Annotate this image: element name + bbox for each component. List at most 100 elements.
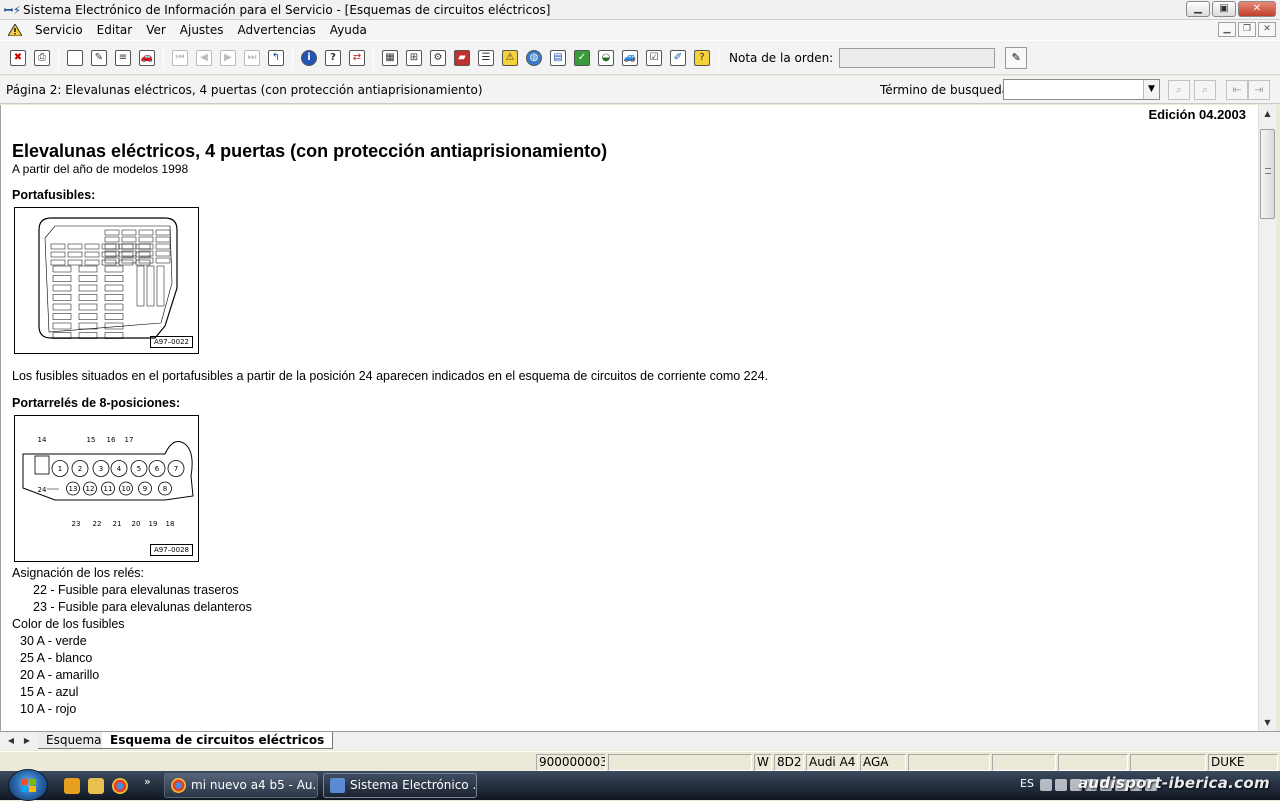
scroll-down-icon[interactable]: ▼: [1259, 714, 1276, 731]
info-icon[interactable]: i: [298, 47, 320, 69]
status-model-code: 8D2: [774, 754, 804, 771]
order-note-edit-icon[interactable]: ✎: [1005, 46, 1028, 69]
question-doc-icon[interactable]: ?: [691, 47, 713, 69]
fuse-color-item: 20 A - amarillo: [20, 668, 100, 682]
vertical-scrollbar[interactable]: ▲ ▼: [1258, 105, 1276, 731]
menu-ajustes[interactable]: Ajustes: [173, 23, 231, 37]
relay-assignment-item: 22 - Fusible para elevalunas traseros: [33, 583, 239, 597]
vehicle-info-icon[interactable]: 🚙: [619, 47, 641, 69]
relay-label: 10: [122, 485, 131, 493]
checklist-icon[interactable]: ☑: [643, 47, 665, 69]
search-forward-icon[interactable]: ⇥: [1248, 80, 1270, 100]
relay-label: 7: [174, 465, 178, 473]
edit-document-icon[interactable]: ✎: [88, 47, 110, 69]
document-viewer[interactable]: Edición 04.2003 Elevalunas eléctricos, 4…: [0, 105, 1258, 731]
fuse-figure-tag: A97–0022: [149, 336, 193, 348]
search-icon[interactable]: ⌕: [1168, 80, 1190, 100]
toolbar-separator: [718, 45, 719, 70]
doc-minimize-button[interactable]: ▁: [1218, 22, 1236, 37]
chrome-icon[interactable]: [112, 778, 128, 794]
exit-icon[interactable]: ✖: [7, 47, 29, 69]
search-next-icon[interactable]: ⌕: [1194, 80, 1216, 100]
search-previous-icon[interactable]: ⇤: [1226, 80, 1248, 100]
tray-app-icon[interactable]: [1040, 779, 1052, 791]
title-bar: ꟷ⚡ Sistema Electrónico de Información pa…: [0, 0, 1280, 20]
media-player-icon[interactable]: [64, 778, 80, 794]
diagnostic-icon[interactable]: ✓: [571, 47, 593, 69]
relay-label: 12: [86, 485, 95, 493]
tab-scroll-right-icon[interactable]: ▶: [20, 734, 34, 748]
car-body-icon[interactable]: ◒: [595, 47, 617, 69]
window-title: Sistema Electrónico de Información para …: [23, 2, 551, 17]
scroll-thumb[interactable]: [1260, 129, 1275, 219]
menu-ver[interactable]: Ver: [139, 23, 173, 37]
next-page-icon[interactable]: ▶: [217, 47, 239, 69]
tray-app-icon[interactable]: [1055, 779, 1067, 791]
fuse-color-item: 15 A - azul: [20, 685, 79, 699]
fuse-description: Los fusibles situados en el portafusible…: [12, 369, 769, 383]
taskbar: » mi nuevo a4 b5 - Au... Sistema Electró…: [0, 769, 1280, 801]
scroll-up-icon[interactable]: ▲: [1259, 105, 1276, 122]
tab-scroll-left-icon[interactable]: ◀: [4, 734, 18, 748]
fuse-color-item: 30 A - verde: [20, 634, 87, 648]
menu-servicio[interactable]: Servicio: [28, 23, 90, 37]
status-engine: AGA: [860, 754, 906, 771]
doc-close-button[interactable]: ✕: [1258, 22, 1276, 37]
component-location-icon[interactable]: ▦: [379, 47, 401, 69]
relay-label: 1: [58, 465, 62, 473]
language-indicator[interactable]: ES: [1020, 777, 1034, 790]
taskbar-item-label: Sistema Electrónico ...: [350, 778, 477, 792]
order-note-field[interactable]: [839, 47, 996, 68]
relay-label: 21: [113, 520, 122, 528]
menu-editar[interactable]: Editar: [90, 23, 140, 37]
status-empty: [1130, 754, 1206, 771]
new-document-icon[interactable]: [64, 47, 86, 69]
warning-toolbar-icon[interactable]: ⚠: [499, 47, 521, 69]
relay-assignment-heading: Asignación de los relés:: [12, 566, 145, 580]
document-list-icon[interactable]: ≡: [112, 47, 134, 69]
tab-esquema[interactable]: Esquema: [38, 732, 111, 749]
more-quicklaunch-icon[interactable]: »: [144, 775, 151, 788]
status-order-number: 9000000034: [536, 754, 606, 771]
chevron-down-icon[interactable]: ▼: [1143, 80, 1159, 99]
swap-icon[interactable]: ⇄: [346, 47, 368, 69]
minimize-button[interactable]: ▁: [1186, 1, 1210, 17]
menu-bar: Servicio Editar Ver Ajustes Advertencias…: [0, 20, 1280, 40]
status-empty: [608, 754, 752, 771]
menu-ayuda[interactable]: Ayuda: [323, 23, 374, 37]
chrome-icon: [171, 778, 186, 793]
search-term-label: Término de busqueda:: [880, 83, 1014, 97]
fuse-color-heading: Color de los fusibles: [12, 617, 125, 631]
folder-icon[interactable]: [88, 778, 104, 794]
status-bar: 9000000034 W 8D2 Audi A4 AGA DUKE: [0, 751, 1280, 771]
start-button[interactable]: [8, 769, 48, 801]
fuse-color-item: 25 A - blanco: [20, 651, 93, 665]
tab-esquema-circuitos[interactable]: Esquema de circuitos eléctricos: [102, 732, 334, 749]
print-icon[interactable]: ⎙: [31, 47, 53, 69]
globe-icon[interactable]: ◍: [523, 47, 545, 69]
back-icon[interactable]: ↰: [265, 47, 287, 69]
doc-restore-button[interactable]: ❐: [1238, 22, 1256, 37]
help-icon[interactable]: ?: [322, 47, 344, 69]
fuse-holder-figure: A97–0022: [14, 207, 199, 354]
relay-label: 2: [78, 465, 82, 473]
vehicle-icon[interactable]: 🚗: [136, 47, 158, 69]
toolbar-separator: [58, 45, 59, 70]
manual-icon[interactable]: ▰: [451, 47, 473, 69]
relay-label: 14: [38, 436, 47, 444]
text-document-icon[interactable]: ☰: [475, 47, 497, 69]
calendar-icon[interactable]: ▤: [547, 47, 569, 69]
menu-advertencias[interactable]: Advertencias: [231, 23, 323, 37]
taskbar-item-elsa[interactable]: Sistema Electrónico ...: [323, 773, 477, 798]
engine-icon[interactable]: ⚙: [427, 47, 449, 69]
relay-label: 15: [87, 436, 96, 444]
search-term-combobox[interactable]: ▼: [1003, 79, 1160, 100]
maximize-button[interactable]: ▣: [1212, 1, 1236, 17]
taskbar-item-browser[interactable]: mi nuevo a4 b5 - Au...: [164, 773, 318, 798]
first-page-icon[interactable]: ⏮: [169, 47, 191, 69]
last-page-icon[interactable]: ⏭: [241, 47, 263, 69]
wiring-icon[interactable]: ⊞: [403, 47, 425, 69]
previous-page-icon[interactable]: ◀: [193, 47, 215, 69]
tools-icon[interactable]: ✐: [667, 47, 689, 69]
close-button[interactable]: ✕: [1238, 1, 1276, 17]
